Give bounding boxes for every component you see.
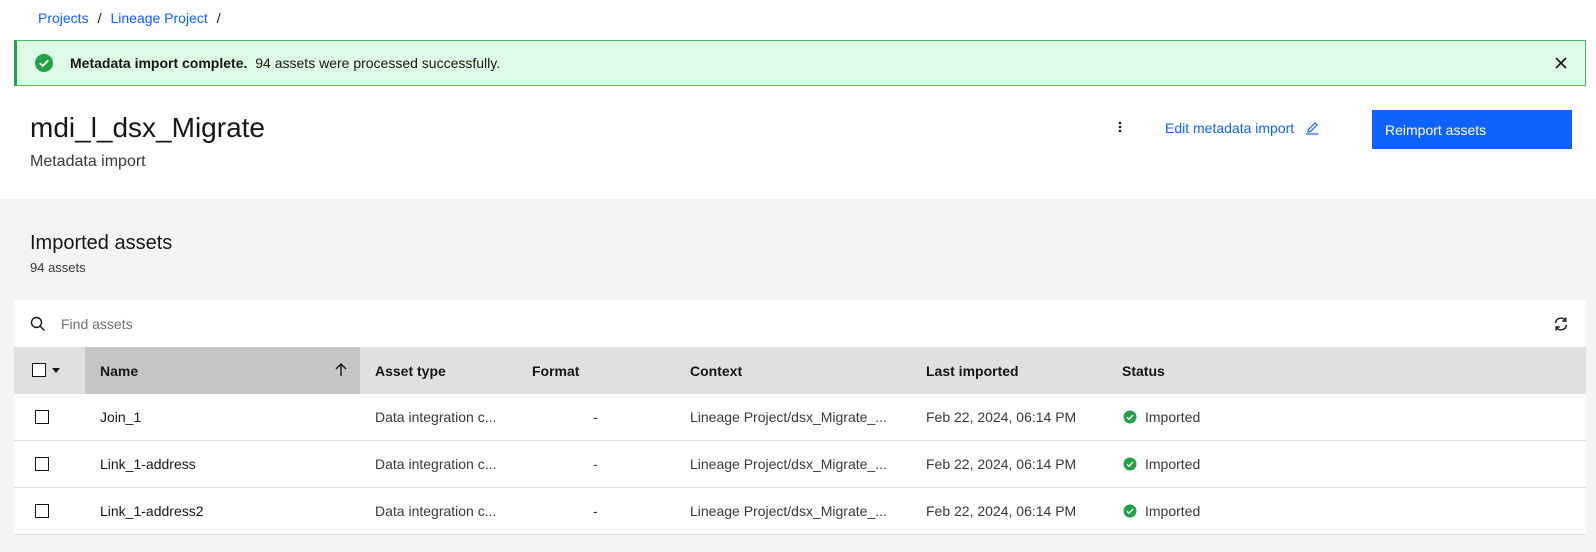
status-text: Imported — [1145, 409, 1201, 425]
checkmark-filled-icon — [1123, 410, 1137, 424]
status-text: Imported — [1145, 456, 1201, 472]
asset-type: Data integration c... — [375, 409, 497, 425]
row-checkbox[interactable] — [35, 441, 49, 487]
asset-context: Lineage Project/dsx_Migrate_... — [690, 409, 887, 425]
chevron-down-icon[interactable] — [52, 367, 60, 373]
overflow-menu-icon[interactable] — [1110, 118, 1130, 138]
notification-text: 94 assets were processed successfully. — [255, 55, 501, 71]
row-checkbox[interactable] — [35, 394, 49, 440]
table-row[interactable]: Join_1 Data integration c... - Lineage P… — [14, 394, 1586, 441]
asset-format: - — [593, 409, 598, 425]
column-header-label: Name — [100, 362, 139, 379]
table-row[interactable]: Link_1-address2 Data integration c... - … — [14, 488, 1586, 535]
asset-type: Data integration c... — [375, 456, 497, 472]
breadcrumb-projects[interactable]: Projects — [38, 10, 89, 26]
asset-last-imported: Feb 22, 2024, 06:14 PM — [926, 503, 1077, 519]
reimport-assets-button[interactable]: Reimport assets — [1372, 110, 1572, 149]
page-title: mdi_l_dsx_Migrate — [30, 112, 265, 143]
checkbox[interactable] — [32, 363, 46, 377]
status-text: Imported — [1145, 503, 1201, 519]
close-icon[interactable] — [1551, 53, 1571, 73]
checkbox[interactable] — [35, 457, 49, 471]
breadcrumb-separator: / — [216, 10, 221, 26]
breadcrumb: Projects / Lineage Project / — [38, 10, 221, 26]
status-badge: Imported — [1123, 394, 1200, 440]
asset-last-imported: Feb 22, 2024, 06:14 PM — [926, 409, 1077, 425]
notification-message: Metadata import complete. 94 assets were… — [70, 55, 500, 71]
breadcrumb-separator: / — [97, 10, 102, 26]
checkbox[interactable] — [35, 410, 49, 424]
asset-name[interactable]: Link_1-address2 — [100, 488, 204, 534]
asset-name[interactable]: Join_1 — [100, 394, 141, 440]
asset-context: Lineage Project/dsx_Migrate_... — [690, 503, 887, 519]
table-row[interactable]: Link_1-address Data integration c... - L… — [14, 441, 1586, 488]
table-header: Name Asset type Format Context Last impo… — [14, 347, 1586, 394]
column-header-status[interactable]: Status — [1122, 347, 1165, 394]
edit-metadata-import-link[interactable]: Edit metadata import — [1165, 120, 1320, 136]
refresh-icon[interactable] — [1552, 315, 1570, 333]
column-header-context[interactable]: Context — [690, 347, 742, 394]
asset-name[interactable]: Link_1-address — [100, 441, 196, 487]
search-input[interactable]: Find assets — [61, 316, 133, 332]
status-badge: Imported — [1123, 488, 1200, 534]
asset-count: 94 assets — [30, 260, 86, 275]
checkbox[interactable] — [35, 504, 49, 518]
select-all-checkbox[interactable] — [32, 363, 60, 377]
arrow-up-icon[interactable] — [332, 361, 350, 379]
success-notification: Metadata import complete. 94 assets were… — [14, 40, 1586, 86]
column-header-format[interactable]: Format — [532, 347, 579, 394]
column-header-asset-type[interactable]: Asset type — [375, 347, 446, 394]
page-subtitle: Metadata import — [30, 153, 146, 170]
row-checkbox[interactable] — [35, 488, 49, 534]
table-body: Join_1 Data integration c... - Lineage P… — [14, 394, 1586, 535]
checkmark-filled-icon — [1123, 457, 1137, 471]
asset-context: Lineage Project/dsx_Migrate_... — [690, 456, 887, 472]
section-title: Imported assets — [30, 232, 173, 254]
checkmark-filled-icon — [35, 54, 53, 72]
edit-icon — [1306, 122, 1319, 135]
asset-type: Data integration c... — [375, 503, 497, 519]
asset-format: - — [593, 503, 598, 519]
table-toolbar: Find assets — [14, 300, 1586, 347]
search-icon — [30, 316, 45, 331]
asset-format: - — [593, 456, 598, 472]
column-header-last-imported[interactable]: Last imported — [926, 347, 1019, 394]
asset-last-imported: Feb 22, 2024, 06:14 PM — [926, 456, 1077, 472]
column-header-name[interactable]: Name — [85, 347, 360, 394]
checkmark-filled-icon — [1123, 504, 1137, 518]
breadcrumb-lineage-project[interactable]: Lineage Project — [110, 10, 207, 26]
edit-link-label: Edit metadata import — [1165, 120, 1295, 136]
assets-table: Find assets Name Asset type Format Conte… — [14, 300, 1586, 535]
status-badge: Imported — [1123, 441, 1200, 487]
notification-title: Metadata import complete. — [70, 55, 248, 71]
